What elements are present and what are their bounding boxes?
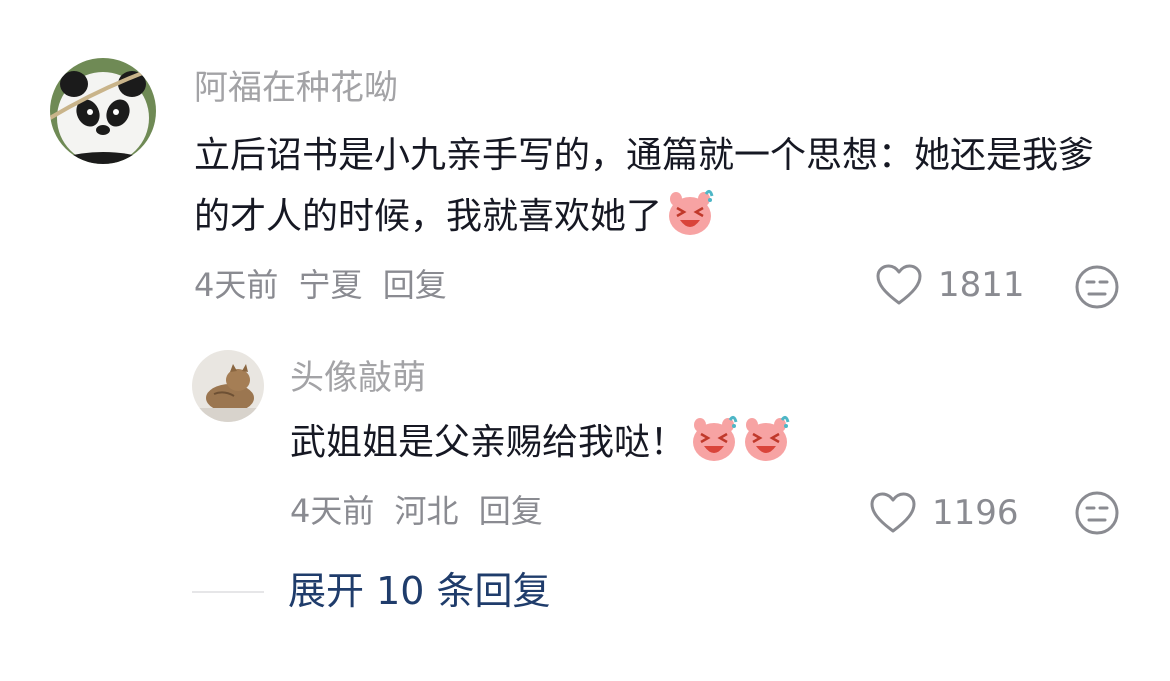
dislike-button[interactable]	[1074, 264, 1120, 310]
comment-text-body: 立后诏书是小九亲手写的，通篇就一个思想：她还是我爹的才人的时候，我就喜欢她了	[194, 135, 1095, 237]
comment-meta: 4天前 宁夏 回复	[194, 266, 457, 304]
dislike-button[interactable]	[1074, 490, 1120, 536]
cat-avatar[interactable]	[192, 350, 264, 422]
like-button[interactable]: 1811	[876, 264, 1025, 306]
expand-divider	[192, 591, 264, 593]
reply-button[interactable]: 回复	[479, 492, 543, 530]
reply-time: 4天前	[290, 492, 375, 530]
like-count: 1196	[932, 493, 1019, 533]
comment-location: 宁夏	[298, 266, 363, 304]
heart-icon	[876, 264, 922, 305]
comment-time: 4天前	[194, 266, 279, 304]
expand-replies-button[interactable]: 展开 10 条回复	[288, 568, 551, 614]
laughing-crying-emoji-icon	[690, 412, 738, 464]
comment-text: 立后诏书是小九亲手写的，通篇就一个思想：她还是我爹的才人的时候，我就喜欢她了	[194, 126, 1124, 247]
reply-text-body: 武姐姐是父亲赐给我哒！	[290, 422, 687, 463]
reply-username[interactable]: 头像敲萌	[290, 358, 426, 398]
reply-button[interactable]: 回复	[383, 266, 447, 304]
reply-location: 河北	[394, 492, 459, 530]
panda-avatar[interactable]	[50, 58, 156, 164]
like-count: 1811	[938, 265, 1025, 305]
neutral-face-icon	[1075, 265, 1119, 309]
like-button[interactable]: 1196	[870, 492, 1019, 534]
reply-text: 武姐姐是父亲赐给我哒！	[290, 412, 1120, 473]
laughing-crying-emoji-icon	[742, 412, 790, 464]
reply-meta: 4天前 河北 回复	[290, 492, 553, 530]
neutral-face-icon	[1075, 491, 1119, 535]
laughing-crying-emoji-icon	[666, 186, 714, 238]
comment-username[interactable]: 阿福在种花呦	[194, 68, 398, 108]
heart-icon	[870, 492, 916, 533]
